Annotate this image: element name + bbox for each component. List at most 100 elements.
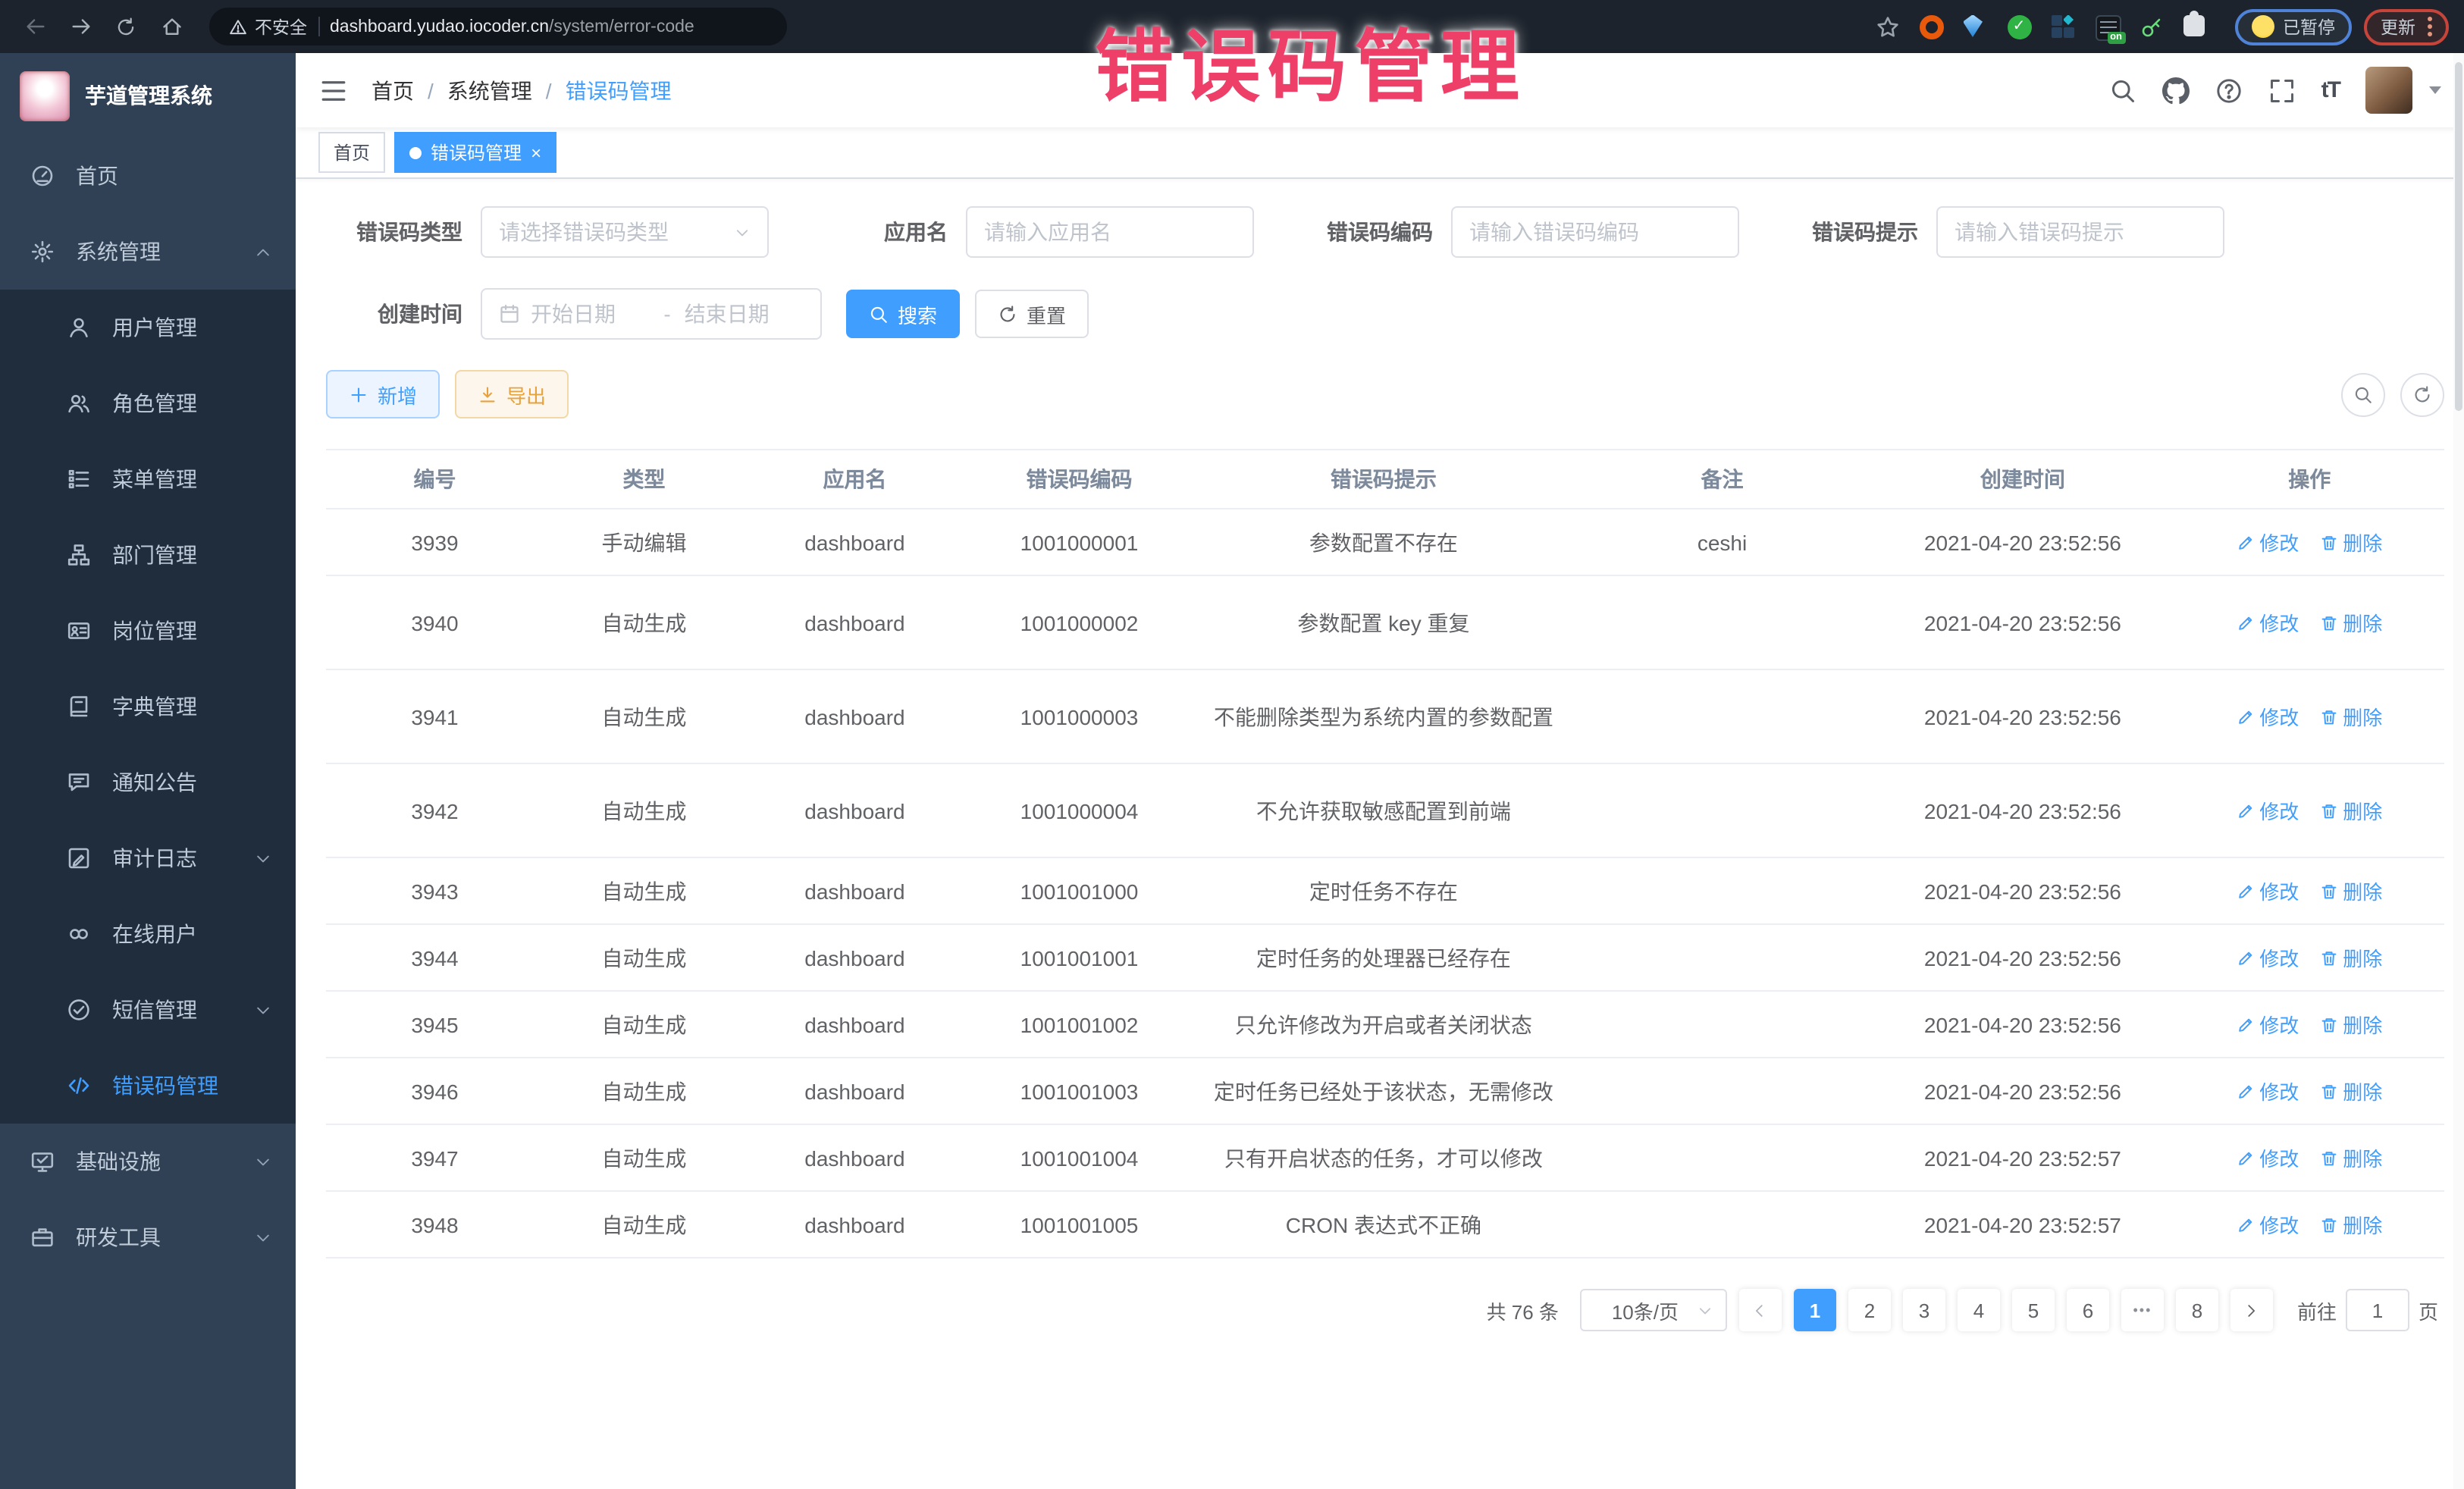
chevron-down-icon[interactable] — [2429, 86, 2441, 94]
cell-app: dashboard — [745, 1124, 965, 1191]
tag-close-icon[interactable]: × — [531, 143, 541, 161]
tag-active[interactable]: 错误码管理× — [394, 132, 556, 173]
sidebar-toggle-icon[interactable] — [318, 75, 349, 105]
sidebar-item-audit-log[interactable]: 审计日志 — [0, 820, 296, 896]
edit-link[interactable]: 修改 — [2237, 1077, 2299, 1105]
delete-link[interactable]: 删除 — [2320, 1077, 2382, 1105]
app-input[interactable]: 请输入应用名 — [966, 206, 1254, 258]
delete-link[interactable]: 删除 — [2320, 1143, 2382, 1172]
user-avatar[interactable] — [2365, 67, 2412, 114]
edit-link[interactable]: 修改 — [2237, 1210, 2299, 1239]
sidebar-item-user[interactable]: 用户管理 — [0, 290, 296, 365]
sidebar-item-error-code[interactable]: 错误码管理 — [0, 1048, 296, 1124]
delete-link[interactable]: 删除 — [2320, 943, 2382, 972]
edit-label: 修改 — [2259, 876, 2299, 905]
blue-gem-extension-icon[interactable] — [1963, 14, 1987, 39]
adblock-extension-icon[interactable]: on — [2095, 14, 2119, 39]
delete-link[interactable]: 删除 — [2320, 702, 2382, 731]
page-button-6[interactable]: 6 — [2067, 1289, 2109, 1331]
date-range-picker[interactable]: 开始日期 - 结束日期 — [481, 288, 822, 340]
page-button-3[interactable]: 3 — [1903, 1289, 1945, 1331]
delete-link[interactable]: 删除 — [2320, 528, 2382, 556]
page-button-4[interactable]: 4 — [1958, 1289, 2000, 1331]
browser-forward-icon[interactable] — [61, 7, 100, 46]
screen: 不安全 dashboard.yudao.iocoder.cn/system/er… — [0, 0, 2464, 1489]
msg-input[interactable]: 请输入错误码提示 — [1936, 206, 2224, 258]
scrollbar-thumb[interactable] — [2455, 62, 2462, 411]
sidebar-item-org-tree[interactable]: 部门管理 — [0, 517, 296, 593]
breadcrumb-item[interactable]: 首页 — [371, 75, 414, 105]
font-size-icon[interactable]: tT — [2321, 77, 2340, 103]
export-button[interactable]: 导出 — [455, 370, 569, 418]
green-check-extension-icon[interactable]: ✓ — [2007, 14, 2031, 39]
help-icon[interactable] — [2215, 77, 2243, 104]
tag-item[interactable]: 首页 — [318, 132, 385, 173]
code-input[interactable]: 请输入错误码编码 — [1451, 206, 1739, 258]
github-icon[interactable] — [2162, 77, 2190, 104]
sidebar-item-infrastructure[interactable]: 基础设施 — [0, 1124, 296, 1199]
app-logo[interactable]: 芋道管理系统 — [0, 53, 296, 138]
id-card-icon — [67, 619, 91, 643]
fullscreen-icon[interactable] — [2268, 77, 2296, 104]
sidebar-item-online-users[interactable]: 在线用户 — [0, 896, 296, 972]
edit-link[interactable]: 修改 — [2237, 528, 2299, 556]
key-extension-icon[interactable] — [2139, 14, 2163, 39]
goto-page-input[interactable]: 1 — [2346, 1289, 2409, 1331]
browser-profile-chip[interactable]: 已暂停 — [2234, 8, 2352, 45]
edit-link[interactable]: 修改 — [2237, 876, 2299, 905]
prev-page-button[interactable] — [1739, 1289, 1782, 1331]
sidebar-item-gear[interactable]: 系统管理 — [0, 214, 296, 290]
reset-button[interactable]: 重置 — [975, 290, 1089, 338]
grid-extension-icon[interactable] — [2051, 14, 2075, 39]
page-button-8[interactable]: 8 — [2176, 1289, 2218, 1331]
filter-create-time: 创建时间 开始日期 - 结束日期 — [326, 288, 822, 340]
refresh-table-button[interactable] — [2400, 372, 2444, 416]
browser-update-button[interactable]: 更新 — [2364, 8, 2449, 45]
edit-link[interactable]: 修改 — [2237, 796, 2299, 825]
not-secure-warning[interactable]: 不安全 — [229, 14, 307, 39]
orange-ring-extension-icon[interactable] — [1919, 14, 1943, 39]
toggle-search-button[interactable] — [2341, 372, 2385, 416]
add-button[interactable]: 新增 — [326, 370, 440, 418]
delete-link[interactable]: 删除 — [2320, 1010, 2382, 1039]
type-select[interactable]: 请选择错误码类型 — [481, 206, 769, 258]
browser-menu-icon[interactable] — [2428, 17, 2432, 36]
bookmark-star-icon[interactable] — [1875, 14, 1899, 39]
edit-link[interactable]: 修改 — [2237, 702, 2299, 731]
search-icon[interactable] — [2109, 77, 2136, 104]
sidebar-item-dashboard[interactable]: 首页 — [0, 138, 296, 214]
sidebar-item-menu-list[interactable]: 菜单管理 — [0, 441, 296, 517]
edit-link[interactable]: 修改 — [2237, 1143, 2299, 1172]
page-button-5[interactable]: 5 — [2012, 1289, 2055, 1331]
edit-link[interactable]: 修改 — [2237, 943, 2299, 972]
sidebar-item-announcement[interactable]: 通知公告 — [0, 744, 296, 820]
sidebar-item-id-card[interactable]: 岗位管理 — [0, 593, 296, 669]
page-button-2[interactable]: 2 — [1848, 1289, 1891, 1331]
org-tree-icon — [67, 543, 91, 567]
sidebar-item-sms[interactable]: 短信管理 — [0, 972, 296, 1048]
sidebar-item-dictionary[interactable]: 字典管理 — [0, 669, 296, 744]
delete-link[interactable]: 删除 — [2320, 876, 2382, 905]
edit-link[interactable]: 修改 — [2237, 1010, 2299, 1039]
edit-link[interactable]: 修改 — [2237, 608, 2299, 637]
browser-reload-icon[interactable] — [106, 7, 146, 46]
sidebar-item-label: 字典管理 — [112, 691, 271, 722]
delete-link[interactable]: 删除 — [2320, 1210, 2382, 1239]
next-page-button[interactable] — [2230, 1289, 2273, 1331]
more-pages-button[interactable]: ••• — [2121, 1289, 2164, 1331]
browser-back-icon[interactable] — [15, 7, 55, 46]
delete-link[interactable]: 删除 — [2320, 796, 2382, 825]
sidebar-item-dev-tools[interactable]: 研发工具 — [0, 1199, 296, 1275]
page-scrollbar[interactable] — [2453, 53, 2464, 1489]
page-size-select[interactable]: 10条/页 — [1580, 1289, 1727, 1331]
sidebar-item-users[interactable]: 角色管理 — [0, 365, 296, 441]
puzzle-extension-icon[interactable] — [2183, 14, 2207, 39]
page-button-1[interactable]: 1 — [1794, 1289, 1836, 1331]
address-bar[interactable]: 不安全 dashboard.yudao.iocoder.cn/system/er… — [209, 8, 787, 45]
cell-id: 3944 — [326, 924, 544, 991]
browser-home-icon[interactable] — [152, 7, 191, 46]
delete-link[interactable]: 删除 — [2320, 608, 2382, 637]
breadcrumb-item[interactable]: 系统管理 — [447, 75, 532, 105]
sidebar-item-label: 在线用户 — [112, 919, 271, 949]
search-button[interactable]: 搜索 — [846, 290, 960, 338]
